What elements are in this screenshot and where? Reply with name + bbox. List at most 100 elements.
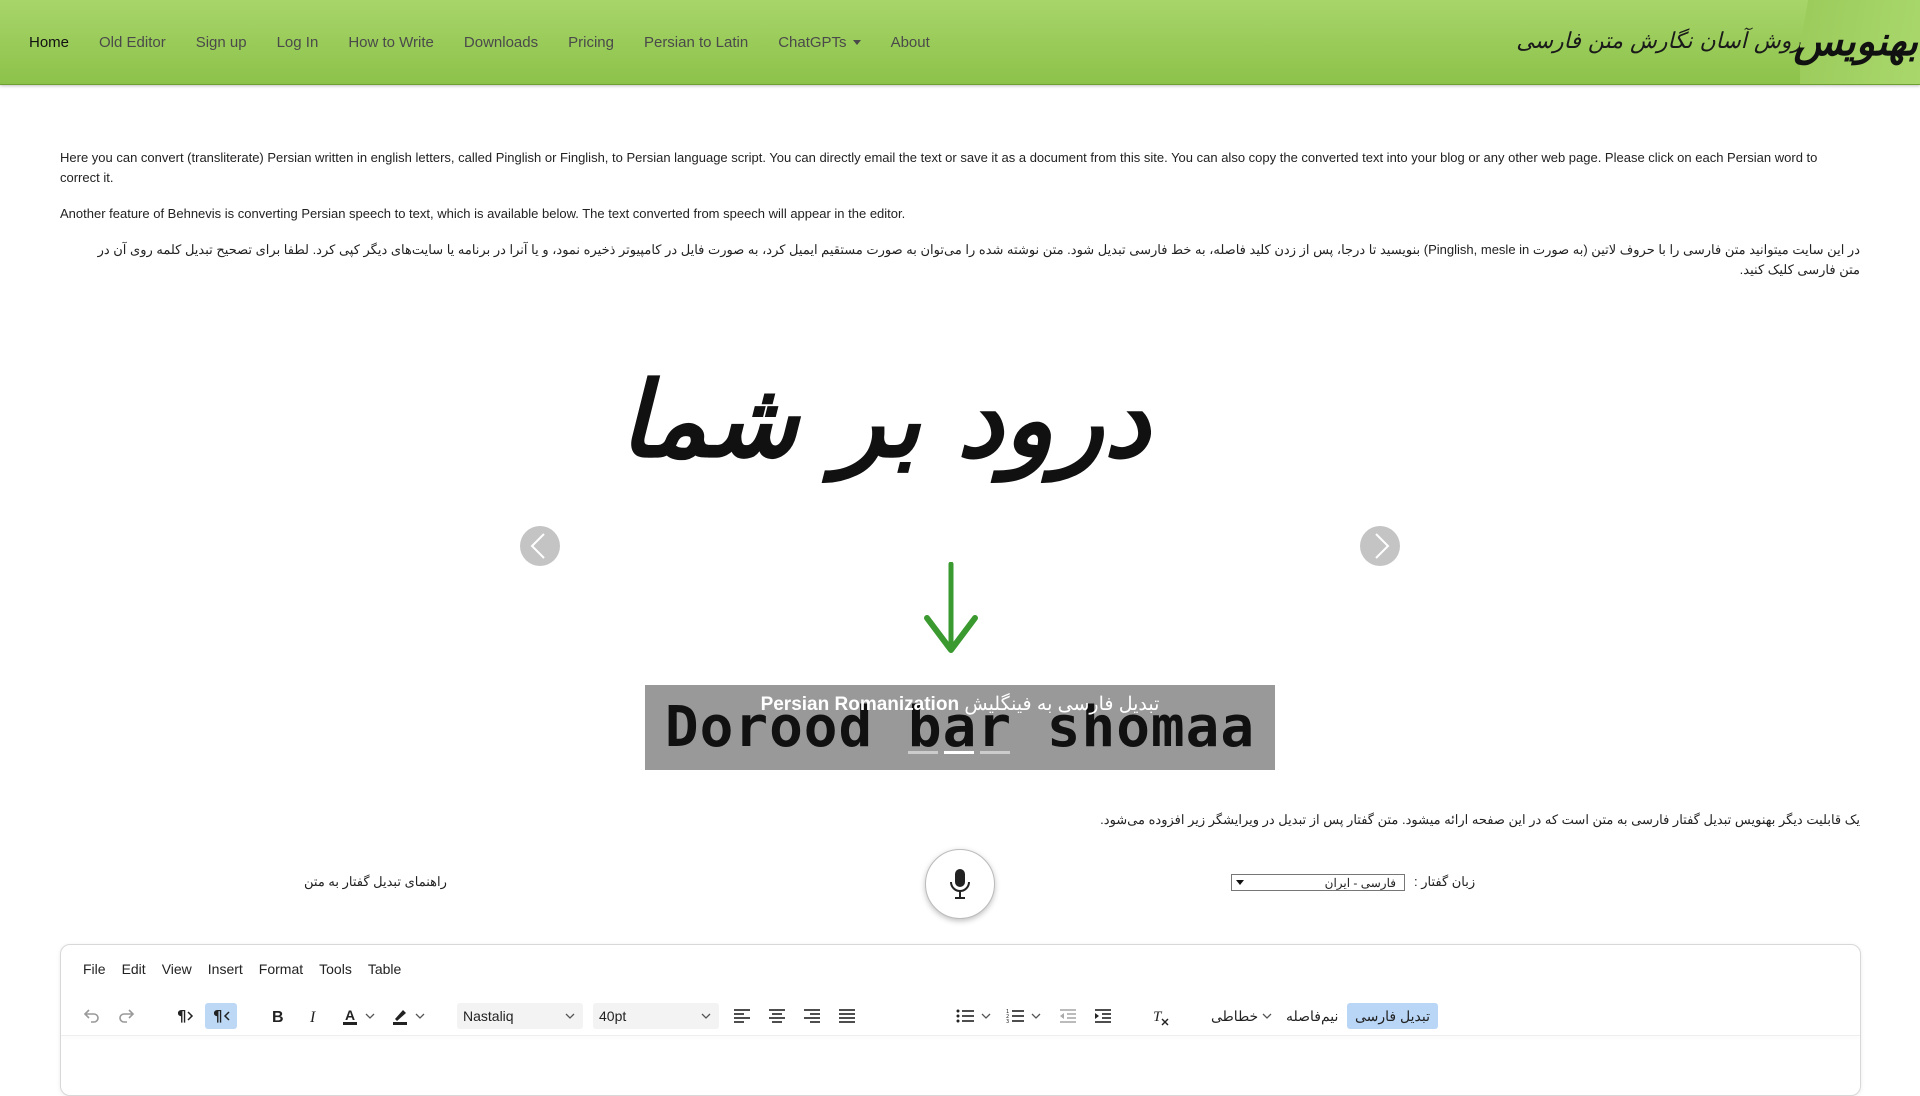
chevron-down-icon	[701, 1013, 711, 1019]
arrow-down-icon	[924, 562, 978, 653]
menu-table[interactable]: Table	[360, 961, 409, 977]
editor-menubar: File Edit View Insert Format Tools Table	[75, 961, 409, 977]
nav-home[interactable]: Home	[14, 34, 84, 51]
rtl-paragraph-icon: ¶	[213, 1007, 230, 1025]
menu-view[interactable]: View	[154, 961, 200, 977]
bullet-list-button[interactable]	[953, 1003, 979, 1029]
svg-text:I: I	[309, 1009, 316, 1026]
align-center-icon	[769, 1009, 785, 1023]
chevron-down-icon	[1262, 1013, 1272, 1019]
ltr-direction-button[interactable]: ¶	[169, 1003, 199, 1029]
menu-format[interactable]: Format	[251, 961, 311, 977]
brand-logo[interactable]: بهنویس	[1794, 12, 1918, 72]
font-family-value: Nastaliq	[463, 1008, 514, 1024]
menu-edit[interactable]: Edit	[114, 961, 154, 977]
bullet-list-menu-button[interactable]	[979, 1003, 993, 1029]
font-size-select[interactable]: 40pt	[593, 1003, 719, 1029]
chevron-down-icon	[981, 1013, 991, 1019]
microphone-icon	[950, 869, 970, 899]
chevron-left-icon	[530, 533, 545, 559]
nav-old-editor[interactable]: Old Editor	[84, 34, 181, 51]
speech-language-value: فارسی - ایران	[1324, 876, 1396, 890]
nav-links: Home Old Editor Sign up Log In How to Wr…	[14, 0, 945, 84]
nav-chatgpts-dropdown[interactable]: ChatGPTs	[763, 34, 875, 51]
rich-text-editor: File Edit View Insert Format Tools Table…	[60, 944, 1861, 1096]
speech-language-select[interactable]: فارسی - ایران	[1231, 874, 1405, 891]
numbered-list-icon: 123	[1006, 1009, 1024, 1024]
clear-formatting-icon: T	[1153, 1009, 1169, 1026]
carousel-indicator-1[interactable]	[908, 751, 938, 754]
svg-text:A: A	[345, 1007, 355, 1023]
clear-formatting-button[interactable]: T	[1147, 1003, 1173, 1029]
highlighter-icon	[393, 1010, 407, 1025]
intro-paragraph-speech: Another feature of Behnevis is convertin…	[60, 206, 906, 221]
speech-language-label: زبان گفتار :	[1414, 874, 1476, 889]
highlight-color-button[interactable]	[387, 1003, 413, 1029]
toolbar-divider	[61, 1035, 1860, 1036]
convert-to-persian-button[interactable]: تبدیل فارسی	[1347, 1003, 1438, 1029]
italic-button[interactable]: I	[301, 1003, 327, 1029]
align-left-button[interactable]	[729, 1003, 755, 1029]
rtl-direction-button[interactable]: ¶	[205, 1003, 237, 1029]
carousel-indicator-2[interactable]	[944, 751, 974, 754]
menu-tools[interactable]: Tools	[311, 961, 360, 977]
bold-button[interactable]: B	[265, 1003, 291, 1029]
carousel-caption: Dorood bar shomaa Persian Romanization ت…	[645, 685, 1275, 770]
menu-file[interactable]: File	[75, 961, 114, 977]
numbered-list-button[interactable]: 123	[1003, 1003, 1029, 1029]
editor-content-area[interactable]	[61, 1037, 1860, 1093]
italic-icon: I	[309, 1009, 316, 1026]
chevron-down-icon	[565, 1013, 575, 1019]
chevron-right-icon	[1375, 533, 1390, 559]
navbar: Home Old Editor Sign up Log In How to Wr…	[0, 0, 1920, 85]
undo-button[interactable]	[77, 1003, 105, 1029]
font-family-select[interactable]: Nastaliq	[457, 1003, 583, 1029]
carousel: درود بر شما Dorood bar shomaa Persian Ro…	[520, 300, 1400, 780]
nav-log-in[interactable]: Log In	[262, 34, 334, 51]
nav-sign-up[interactable]: Sign up	[181, 34, 262, 51]
caption-latin: Persian Romanization	[760, 694, 960, 715]
align-justify-icon	[839, 1009, 855, 1023]
bullet-list-icon	[956, 1009, 974, 1023]
nav-persian-to-latin[interactable]: Persian to Latin	[629, 34, 763, 51]
carousel-indicators	[908, 751, 1010, 754]
font-size-value: 40pt	[599, 1008, 627, 1024]
half-space-button[interactable]: نیم‌فاصله	[1286, 1003, 1338, 1029]
align-justify-button[interactable]	[834, 1003, 860, 1029]
svg-text:¶: ¶	[213, 1007, 223, 1025]
nav-about[interactable]: About	[876, 34, 945, 51]
redo-icon	[119, 1009, 135, 1023]
intro-paragraph-english: Here you can convert (transliterate) Per…	[60, 150, 1818, 185]
carousel-indicator-3[interactable]	[980, 751, 1010, 754]
speech-guide-link[interactable]: راهنمای تبدیل گفتار به متن	[304, 874, 447, 890]
microphone-button[interactable]	[925, 849, 995, 919]
carousel-next-button[interactable]	[1360, 526, 1400, 566]
chevron-down-icon	[415, 1013, 425, 1019]
slide-persian-phrase: درود بر شما	[619, 358, 1150, 481]
svg-text:T: T	[1153, 1009, 1163, 1025]
caption-text: Persian Romanization تبدیل فارسی به فینگ…	[645, 693, 1275, 716]
indent-button[interactable]	[1090, 1003, 1116, 1029]
chevron-down-icon	[1031, 1013, 1041, 1019]
outdent-button[interactable]	[1055, 1003, 1081, 1029]
highlight-color-menu-button[interactable]	[413, 1003, 427, 1029]
svg-text:¶: ¶	[177, 1007, 187, 1025]
nav-downloads[interactable]: Downloads	[449, 34, 553, 51]
ltr-paragraph-icon: ¶	[177, 1007, 194, 1025]
text-color-menu-button[interactable]	[363, 1003, 377, 1029]
calligraphy-style-menu[interactable]: خطاطی	[1211, 1003, 1272, 1029]
editor-toolbar: ¶ ¶ B I A Nastaliq 40pt 1 2 3 T خطاطی نی…	[61, 995, 1860, 1035]
menu-insert[interactable]: Insert	[200, 961, 251, 977]
svg-text:3: 3	[1006, 1019, 1009, 1024]
nav-how-to-write[interactable]: How to Write	[333, 34, 449, 51]
carousel-prev-button[interactable]	[520, 526, 560, 566]
undo-icon	[83, 1009, 99, 1023]
intro-paragraph-persian: در این سایت میتوانید متن فارسی را با حرو…	[97, 242, 1860, 277]
indent-icon	[1095, 1009, 1111, 1023]
numbered-list-menu-button[interactable]	[1029, 1003, 1043, 1029]
align-center-button[interactable]	[764, 1003, 790, 1029]
nav-pricing[interactable]: Pricing	[553, 34, 629, 51]
redo-button[interactable]	[113, 1003, 141, 1029]
text-color-button[interactable]: A	[337, 1003, 363, 1029]
align-right-button[interactable]	[799, 1003, 825, 1029]
